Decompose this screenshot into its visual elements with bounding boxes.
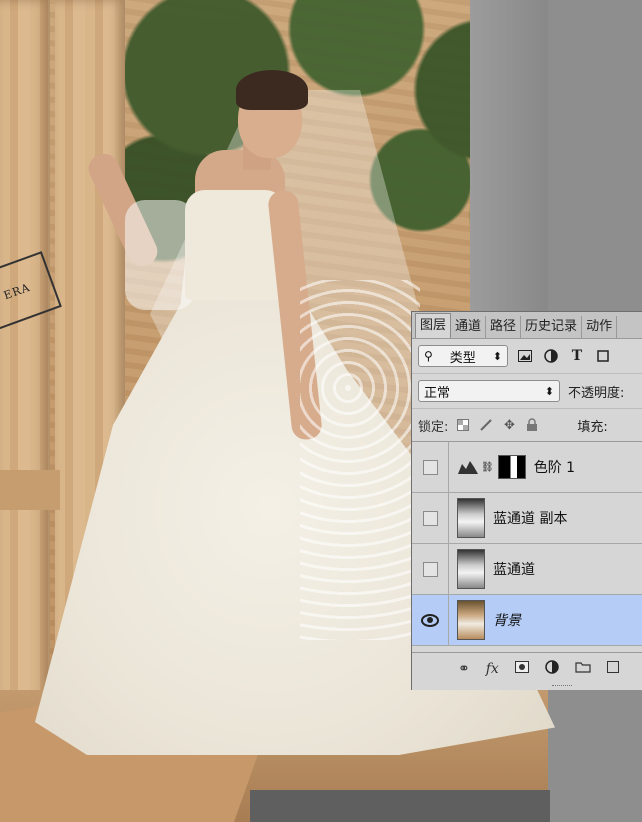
filter-kind-label: 类型 — [449, 350, 476, 366]
lock-move-icon[interactable]: ✥ — [501, 417, 517, 433]
layer-row-background[interactable]: 背景 — [412, 595, 642, 646]
new-layer-icon[interactable] — [606, 660, 619, 677]
lock-brush-icon[interactable] — [478, 417, 494, 433]
visibility-toggle[interactable] — [412, 493, 449, 543]
shape-filter-icon[interactable] — [594, 347, 612, 365]
opacity-label: 不透明度: — [568, 385, 625, 401]
adjustment-layer-icon[interactable] — [545, 659, 559, 678]
visibility-toggle[interactable] — [412, 544, 449, 594]
lock-label: 锁定: — [418, 419, 449, 435]
dropdown-arrow-icon: ⬍ — [544, 384, 554, 398]
layer-mask-thumbnail[interactable] — [497, 455, 526, 479]
layer-row-blue-channel-copy[interactable]: 蓝通道 副本 — [412, 493, 642, 544]
layer-thumbnail — [457, 498, 485, 538]
panel-footer: ⚭ fx — [412, 652, 642, 684]
blend-mode-dropdown[interactable]: 正常 ⬍ — [418, 380, 560, 402]
tab-paths[interactable]: 路径 — [486, 316, 522, 338]
chain-link-icon: ⛓ — [481, 461, 494, 473]
layer-name[interactable]: 色阶 1 — [534, 457, 575, 477]
image-filter-icon[interactable] — [516, 347, 534, 365]
layer-row-levels[interactable]: ⛓ 色阶 1 — [412, 442, 642, 493]
layers-panel: 图层 通道 路径 历史记录 动作 ⚲ 类型 ⬍ T 正常 ⬍ 不透明度: 锁定: — [411, 311, 642, 690]
panel-tabs: 图层 通道 路径 历史记录 动作 — [412, 312, 642, 339]
tab-history[interactable]: 历史记录 — [521, 316, 583, 338]
lock-transparent-icon[interactable] — [455, 417, 471, 433]
layer-name[interactable]: 蓝通道 副本 — [493, 508, 567, 528]
layer-thumbnail — [457, 600, 485, 640]
crate-side-panel — [0, 0, 50, 720]
crate-plank — [0, 470, 60, 510]
link-layers-icon[interactable]: ⚭ — [458, 661, 470, 677]
levels-adjustment-icon — [457, 456, 479, 478]
hidden-visibility-box[interactable] — [422, 459, 438, 475]
adjustment-filter-icon[interactable] — [542, 347, 560, 365]
floor-shadow — [250, 790, 550, 822]
bride-hair — [236, 70, 308, 110]
new-group-icon[interactable] — [575, 661, 591, 677]
type-filter-icon[interactable]: T — [568, 347, 586, 365]
layers-list: ⛓ 色阶 1 蓝通道 副本 蓝通道 背景 — [412, 442, 642, 646]
layer-filter-row: ⚲ 类型 ⬍ T — [412, 339, 642, 373]
blend-mode-label: 正常 — [424, 385, 451, 401]
tab-channels[interactable]: 通道 — [451, 316, 487, 338]
tab-layers[interactable]: 图层 — [415, 313, 452, 338]
search-icon: ⚲ — [424, 349, 433, 363]
blend-row: 正常 ⬍ 不透明度: — [412, 373, 642, 408]
fx-icon[interactable]: fx — [486, 661, 499, 677]
layer-name[interactable]: 蓝通道 — [493, 559, 535, 579]
lock-all-icon[interactable] — [524, 417, 540, 433]
layer-name[interactable]: 背景 — [493, 610, 521, 630]
visibility-toggle[interactable] — [412, 442, 449, 492]
hidden-visibility-box[interactable] — [422, 510, 438, 526]
lock-row: 锁定: ✥ 填充: — [412, 408, 642, 442]
gray-backdrop — [470, 0, 550, 320]
visibility-toggle[interactable] — [412, 595, 449, 645]
hidden-visibility-box[interactable] — [422, 561, 438, 577]
layer-thumbnail — [457, 549, 485, 589]
add-mask-icon[interactable] — [514, 660, 529, 677]
layer-row-blue-channel[interactable]: 蓝通道 — [412, 544, 642, 595]
panel-resize-grip[interactable] — [552, 685, 572, 689]
veil-lace-appliques — [300, 280, 420, 640]
stamp-text: ERA — [1, 280, 33, 303]
dropdown-arrow-icon: ⬍ — [492, 349, 502, 363]
eye-icon[interactable] — [421, 613, 439, 627]
fill-label: 填充: — [577, 419, 608, 435]
tab-actions[interactable]: 动作 — [582, 316, 618, 338]
filter-kind-dropdown[interactable]: ⚲ 类型 ⬍ — [418, 345, 508, 367]
